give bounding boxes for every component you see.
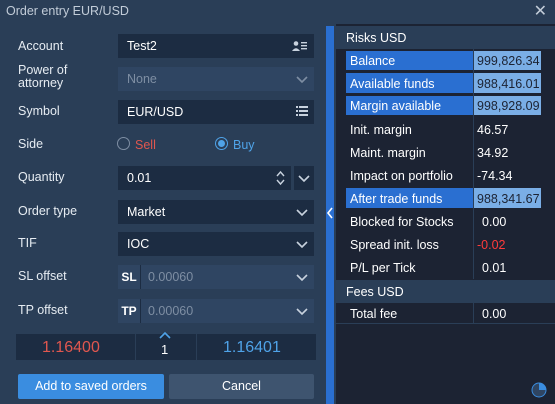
risk-value: 0.01	[482, 261, 507, 275]
risk-label: Maint. margin	[350, 146, 426, 160]
sl-offset-label: SL offset	[18, 269, 67, 283]
risk-value: -0.02	[477, 238, 506, 252]
symbol-value: EUR/USD	[127, 105, 184, 119]
risk-value: -74.34	[477, 169, 513, 183]
bid-price[interactable]: 1.16400	[42, 339, 100, 357]
symbol-field[interactable]: EUR/USD	[118, 100, 314, 124]
title-bar: Order entry EUR/USD ✕	[0, 0, 555, 24]
symbol-label: Symbol	[18, 104, 60, 118]
sell-label[interactable]: Sell	[135, 138, 156, 152]
account-card-icon[interactable]	[292, 40, 308, 52]
cancel-button[interactable]: Cancel	[169, 374, 314, 399]
quantity-label: Quantity	[18, 170, 65, 184]
tp-offset-input[interactable]: TP 0.00060	[118, 299, 314, 323]
order-type-value: Market	[127, 205, 166, 219]
chevron-left-icon[interactable]	[326, 207, 334, 219]
risk-label: Spread init. loss	[350, 238, 439, 252]
chevron-down-icon	[296, 308, 308, 316]
sl-offset-input[interactable]: SL 0.00060	[118, 265, 314, 289]
fee-value: 0.00	[482, 307, 507, 321]
risk-label: Margin available	[350, 99, 442, 113]
power-of-attorney-select: None	[118, 67, 314, 91]
sl-offset-placeholder: 0.00060	[148, 270, 194, 284]
account-field[interactable]: Test2	[118, 34, 314, 58]
price-divider-left	[135, 334, 136, 360]
risk-label: Impact on portfolio	[350, 169, 453, 183]
risk-label: Blocked for Stocks	[350, 215, 454, 229]
order-type-select[interactable]: Market	[118, 200, 314, 224]
order-quantity[interactable]: 1	[161, 342, 168, 357]
chevron-down-icon	[298, 175, 310, 183]
risk-label: After trade funds	[350, 192, 443, 206]
chevron-up-icon[interactable]	[159, 331, 171, 339]
fees-divider	[336, 323, 555, 324]
list-icon[interactable]	[296, 106, 308, 116]
quantity-dropdown-button[interactable]	[294, 166, 314, 190]
quantity-value: 0.01	[127, 171, 152, 185]
risk-value: 999,826.34	[477, 54, 540, 68]
order-type-label: Order type	[18, 204, 78, 218]
tif-value: IOC	[127, 237, 150, 251]
risks-header-title: Risks USD	[346, 31, 407, 45]
window-title: Order entry EUR/USD	[6, 4, 129, 18]
risk-value: 0.00	[482, 215, 507, 229]
account-value: Test2	[127, 39, 157, 53]
close-icon[interactable]: ✕	[534, 1, 547, 21]
tp-offset-label: TP offset	[18, 303, 68, 317]
ask-price[interactable]: 1.16401	[223, 339, 281, 357]
chevron-down-icon	[296, 274, 308, 282]
chevron-down-icon	[296, 76, 308, 84]
risk-value: 998,928.09	[477, 99, 540, 113]
fee-label: Total fee	[350, 307, 398, 321]
risks-column-divider	[473, 49, 474, 279]
power-of-attorney-label-line2: attorney	[18, 76, 64, 90]
risk-label: Balance	[350, 54, 396, 68]
stepper-icon[interactable]	[276, 169, 285, 187]
sell-radio[interactable]	[117, 137, 130, 150]
buy-radio[interactable]	[215, 137, 228, 150]
risk-label: Init. margin	[350, 123, 412, 137]
tp-offset-placeholder: 0.00060	[148, 304, 194, 318]
sl-prefix: SL	[118, 265, 141, 289]
risk-value: 34.92	[477, 146, 509, 160]
fees-header: Fees USD	[336, 280, 555, 303]
chevron-down-icon	[296, 209, 308, 217]
tif-label: TIF	[18, 236, 37, 250]
account-label: Account	[18, 39, 64, 53]
risks-header: Risks USD	[336, 26, 555, 49]
power-of-attorney-value: None	[127, 72, 157, 86]
price-divider-right	[196, 334, 197, 360]
add-to-saved-orders-button[interactable]: Add to saved orders	[18, 374, 164, 399]
tp-prefix: TP	[118, 299, 141, 323]
fees-column-divider	[473, 303, 474, 323]
chevron-down-icon	[296, 241, 308, 249]
risk-value: 988,341.67	[477, 192, 540, 206]
pie-chart-icon[interactable]	[531, 382, 547, 398]
risk-label: P/L per Tick	[350, 261, 416, 275]
side-label: Side	[18, 137, 44, 151]
risk-value: 988,416.01	[477, 77, 540, 91]
buy-label[interactable]: Buy	[233, 138, 255, 152]
risk-label: Available funds	[350, 77, 435, 91]
quantity-input[interactable]: 0.01	[118, 166, 291, 190]
tif-select[interactable]: IOC	[118, 232, 314, 256]
fees-header-title: Fees USD	[346, 285, 404, 299]
risk-value: 46.57	[477, 123, 509, 137]
